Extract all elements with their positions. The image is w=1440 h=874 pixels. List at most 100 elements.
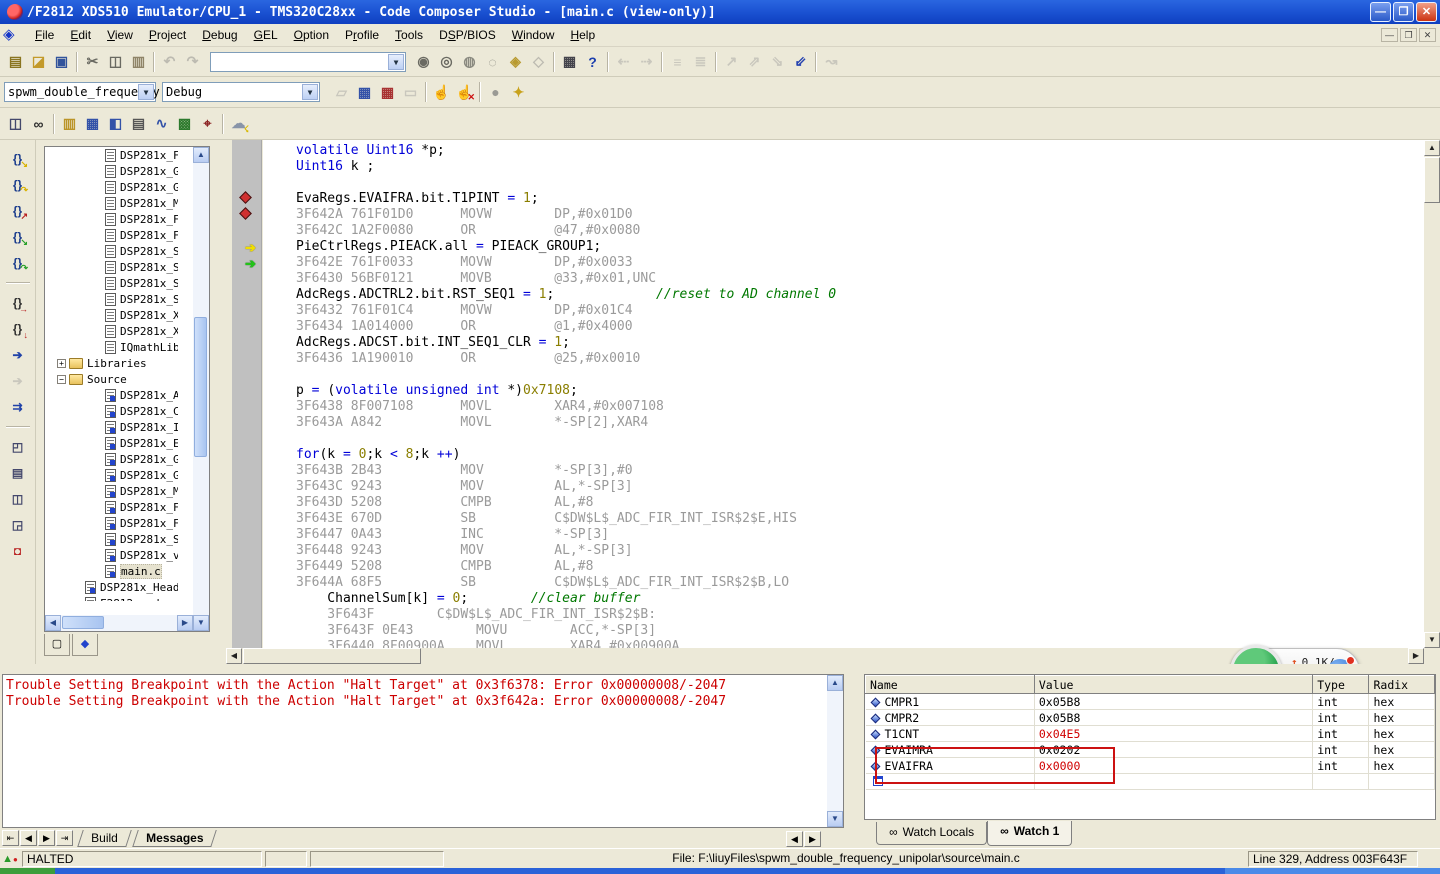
edit-marker2-button[interactable]: ⇗ bbox=[743, 51, 766, 73]
tree-item-dsp281x-e[interactable]: DSP281x_E bbox=[45, 435, 178, 451]
tab-build[interactable]: Build bbox=[77, 830, 131, 847]
tree-item-dsp281x-f[interactable]: DSP281x_F bbox=[45, 499, 178, 515]
menu-tools[interactable]: Tools bbox=[387, 25, 431, 45]
output-scroll-right-button[interactable]: ▶ bbox=[804, 831, 821, 847]
watch-value-cell[interactable]: 0x05B8 bbox=[1034, 694, 1312, 710]
tree-item-dsp281x-s[interactable]: DSP281x_S bbox=[45, 259, 178, 275]
breakpoint-view-button[interactable]: ◘ bbox=[6, 540, 29, 562]
edit-marker3-button[interactable]: ⇘ bbox=[766, 51, 789, 73]
tree-horizontal-scrollbar[interactable]: ◀ ▶ bbox=[45, 615, 193, 631]
menu-project[interactable]: Project bbox=[141, 25, 194, 45]
horizontal-splitter[interactable] bbox=[0, 664, 1440, 672]
watch-add-row[interactable] bbox=[866, 774, 1435, 790]
tree-item-dsp281x-f[interactable]: DSP281x_F bbox=[45, 515, 178, 531]
watch-name-cell[interactable]: EVAIMRA bbox=[866, 742, 1035, 758]
gel-halt-indicator[interactable]: ● bbox=[484, 81, 507, 103]
step-over-button[interactable]: {}↷ bbox=[6, 174, 29, 196]
menu-file[interactable]: File bbox=[27, 25, 62, 45]
build-output-window[interactable]: Trouble Setting Breakpoint with the Acti… bbox=[2, 674, 844, 828]
editor-hscroll-thumb[interactable] bbox=[243, 648, 421, 664]
editor-code-area[interactable]: volatile Uint16 *p;Uint16 k ; EvaRegs.EV… bbox=[263, 140, 1424, 648]
tree-item-f2812-cmd[interactable]: F2812.cmd bbox=[45, 595, 178, 601]
image-window-button[interactable]: ▩ bbox=[173, 113, 196, 135]
tree-scroll-left-button[interactable]: ◀ bbox=[45, 615, 61, 631]
menu-debug[interactable]: Debug bbox=[194, 25, 245, 45]
mdi-close-button[interactable]: ✕ bbox=[1419, 28, 1436, 42]
project-tools-button[interactable]: ✦ bbox=[507, 81, 530, 103]
tree-item-dsp281x-f[interactable]: DSP281x_F bbox=[45, 147, 178, 163]
calculator-button[interactable]: ▦ bbox=[81, 113, 104, 135]
undo-button[interactable]: ↶ bbox=[158, 51, 181, 73]
watch-column-value[interactable]: Value bbox=[1034, 676, 1312, 694]
watch-radix-cell[interactable]: hex bbox=[1369, 742, 1435, 758]
find-word-button[interactable]: ◍ bbox=[458, 51, 481, 73]
watch-value-cell[interactable]: 0x0000 bbox=[1034, 758, 1312, 774]
windows-taskbar-sliver[interactable] bbox=[0, 868, 1440, 874]
output-scroll-down-button[interactable]: ▼ bbox=[827, 811, 843, 827]
tree-item-main-c[interactable]: main.c bbox=[45, 563, 178, 579]
watch-column-name[interactable]: Name bbox=[866, 676, 1035, 694]
files-tab[interactable]: ▢ bbox=[44, 634, 70, 656]
run-to-cursor-button[interactable]: {}→ bbox=[6, 292, 29, 314]
watch-value-cell[interactable]: 0x04E5 bbox=[1034, 726, 1312, 742]
watch-window-button[interactable]: ∞ bbox=[27, 113, 50, 135]
editor-vscroll-thumb[interactable] bbox=[1424, 157, 1440, 203]
tree-item-dsp281x-m[interactable]: DSP281x_M bbox=[45, 483, 178, 499]
gel-toolbar-button[interactable]: ☁☇ bbox=[227, 113, 250, 135]
watch-row-evaifra[interactable]: EVAIFRA0x0000inthex bbox=[866, 758, 1435, 774]
step-into-button[interactable]: {}↘ bbox=[6, 148, 29, 170]
output-scroll-up-button[interactable]: ▲ bbox=[827, 675, 843, 691]
tree-item-libraries[interactable]: +Libraries bbox=[45, 355, 178, 371]
watch-name-cell[interactable]: CMPR2 bbox=[866, 710, 1035, 726]
tree-item-dsp281x-f[interactable]: DSP281x_F bbox=[45, 211, 178, 227]
watch-add-cell[interactable] bbox=[866, 774, 1035, 790]
editor-vertical-scrollbar[interactable]: ▲ ▼ bbox=[1424, 140, 1440, 648]
menu-gel[interactable]: GEL bbox=[246, 25, 286, 45]
menu-dsp-bios[interactable]: DSP/BIOS bbox=[431, 25, 504, 45]
tree-item-dsp281x-a[interactable]: DSP281x_A bbox=[45, 387, 178, 403]
breakpoint-marker[interactable] bbox=[239, 191, 252, 204]
watch-name-cell[interactable]: T1CNT bbox=[866, 726, 1035, 742]
restore-button[interactable]: ❐ bbox=[1393, 2, 1414, 22]
bookmarks-tab[interactable]: ◆ bbox=[72, 634, 98, 656]
find-combo-dropdown-arrow[interactable]: ▼ bbox=[388, 54, 404, 70]
editor-scroll-down-button[interactable]: ▼ bbox=[1424, 632, 1440, 648]
rebuild-all-button[interactable]: ▦ bbox=[376, 81, 399, 103]
menu-profile[interactable]: Profile bbox=[337, 25, 387, 45]
tree-item-dsp281x-c[interactable]: DSP281x_C bbox=[45, 403, 178, 419]
memory-window-button[interactable]: ▤ bbox=[127, 113, 150, 135]
menu-edit[interactable]: Edit bbox=[62, 25, 99, 45]
tree-item-dsp281x-g[interactable]: DSP281x_G bbox=[45, 163, 178, 179]
watch-radix-cell[interactable]: hex bbox=[1369, 758, 1435, 774]
watch-column-radix[interactable]: Radix bbox=[1369, 676, 1435, 694]
indent-right-button[interactable]: ⇢ bbox=[635, 51, 658, 73]
step-out-button[interactable]: {}↗ bbox=[6, 200, 29, 222]
set-pc-to-cursor-button[interactable]: {}↓ bbox=[6, 318, 29, 340]
config-combo-dropdown-arrow[interactable]: ▼ bbox=[302, 84, 318, 100]
memory-view-button[interactable]: ◰ bbox=[6, 436, 29, 458]
mdi-minimize-button[interactable]: — bbox=[1381, 28, 1398, 42]
watch-column-type[interactable]: Type bbox=[1313, 676, 1369, 694]
tree-item-dsp281x-x[interactable]: DSP281x_X bbox=[45, 307, 178, 323]
tree-item-dsp281x-s[interactable]: DSP281x_S bbox=[45, 243, 178, 259]
tree-item-dsp281x-i[interactable]: DSP281x_I bbox=[45, 419, 178, 435]
tab-messages[interactable]: Messages bbox=[132, 830, 217, 847]
tree-item-iqmathlib[interactable]: IQmathLib bbox=[45, 339, 178, 355]
redo-button[interactable]: ↷ bbox=[181, 51, 204, 73]
editor-scroll-right-button[interactable]: ▶ bbox=[1408, 648, 1424, 664]
stack-view-button[interactable]: ◫ bbox=[6, 488, 29, 510]
debug-windows-button[interactable]: ◫ bbox=[4, 113, 27, 135]
paste-button[interactable]: ▥ bbox=[127, 51, 150, 73]
tab-nav-button-0[interactable]: ⇤ bbox=[2, 830, 19, 846]
copy-button[interactable]: ◫ bbox=[104, 51, 127, 73]
add-watch-icon[interactable] bbox=[873, 776, 883, 786]
watch-radix-cell[interactable]: hex bbox=[1369, 726, 1435, 742]
watch-radix-cell[interactable]: hex bbox=[1369, 694, 1435, 710]
menu-window[interactable]: Window bbox=[504, 25, 563, 45]
halt-button[interactable]: ☝ bbox=[430, 81, 453, 103]
project-tree[interactable]: DSP281x_FDSP281x_GDSP281x_GDSP281x_MDSP2… bbox=[44, 146, 210, 632]
configuration-combobox[interactable]: Debug ▼ bbox=[162, 82, 320, 102]
find-text-combobox[interactable]: ▼ bbox=[210, 52, 406, 72]
tab-watch-locals[interactable]: ∞Watch Locals bbox=[876, 822, 987, 845]
edit-marker1-button[interactable]: ↗ bbox=[720, 51, 743, 73]
